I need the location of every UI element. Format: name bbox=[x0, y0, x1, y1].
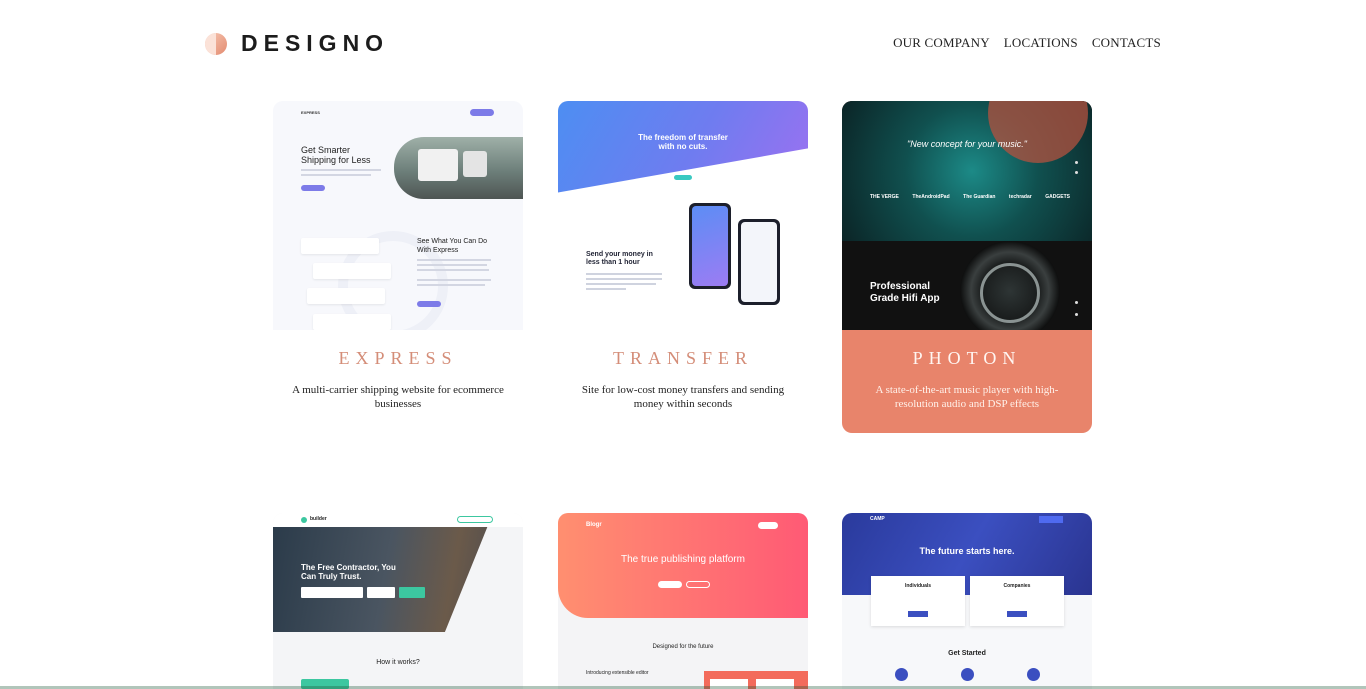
photon-preview-section-heading: Professional Grade Hifi App bbox=[870, 281, 940, 304]
camp-preview-image: CAMP The future starts here. Individuals… bbox=[842, 513, 1092, 689]
project-title: EXPRESS bbox=[338, 348, 458, 368]
camp-preview-headline: The future starts here. bbox=[919, 546, 1015, 556]
project-card-express[interactable]: EXPRESS Get Smarter Shipping for Less Se… bbox=[273, 101, 523, 421]
project-card-builder[interactable]: builder The Free Contractor, You Can Tru… bbox=[273, 513, 523, 689]
truck-photo bbox=[394, 137, 523, 199]
project-card-camp[interactable]: CAMP The future starts here. Individuals… bbox=[842, 513, 1092, 689]
camp-preview-brand: CAMP bbox=[870, 516, 885, 522]
express-preview-section-heading: See What You Can Do With Express bbox=[417, 238, 488, 254]
project-description: A multi-carrier shipping website for eco… bbox=[292, 384, 504, 410]
brand-name: DESIGNO bbox=[241, 30, 390, 56]
camp-preview-section-heading: Get Started bbox=[948, 650, 986, 657]
project-description: A state-of-the-art music player with hig… bbox=[875, 384, 1059, 410]
phone-mockup bbox=[689, 203, 731, 289]
builder-preview-brand: builder bbox=[310, 516, 327, 522]
blogr-preview-image: Blogr The true publishing platform Desig… bbox=[558, 513, 808, 689]
truck-shape bbox=[418, 149, 458, 181]
blogr-preview-section-heading: Designed for the future bbox=[652, 644, 714, 650]
press-logo: TheAndroidPad bbox=[912, 194, 950, 200]
nav-locations[interactable]: LOCATIONS bbox=[1004, 35, 1078, 51]
project-description: Site for low-cost money transfers and se… bbox=[581, 384, 785, 410]
transfer-preview-section-heading: Send your money in less than 1 hour bbox=[586, 251, 653, 266]
feature-icon bbox=[895, 668, 908, 681]
feature-icon bbox=[1027, 668, 1040, 681]
builder-logo-icon bbox=[301, 517, 307, 523]
blogr-preview-subheading: Introducing extensible editor bbox=[586, 670, 649, 676]
express-preview-brand: EXPRESS bbox=[301, 110, 320, 115]
photon-preview-quote: "New concept for your music." bbox=[907, 139, 1027, 149]
project-card-blogr[interactable]: Blogr The true publishing platform Desig… bbox=[558, 513, 808, 689]
nav-our-company[interactable]: OUR COMPANY bbox=[893, 35, 990, 51]
builder-preview-image: builder The Free Contractor, You Can Tru… bbox=[273, 513, 523, 689]
press-logo: THE VERGE bbox=[870, 194, 899, 200]
builder-preview-section-heading: How it works? bbox=[376, 659, 420, 666]
nav-contacts[interactable]: CONTACTS bbox=[1092, 35, 1161, 51]
transfer-preview-image: The freedom of transfer with no cuts. Se… bbox=[558, 101, 808, 330]
feature-icon bbox=[961, 668, 974, 681]
phone-mockup bbox=[738, 219, 780, 305]
project-card-photon[interactable]: "New concept for your music." THE VERGE … bbox=[842, 101, 1092, 433]
truck-shape bbox=[463, 151, 487, 177]
transfer-preview-headline: The freedom of transfer with no cuts. bbox=[638, 133, 728, 151]
main-nav: OUR COMPANY LOCATIONS CONTACTS bbox=[893, 35, 1161, 51]
photon-preview-image: "New concept for your music." THE VERGE … bbox=[842, 101, 1092, 330]
camp-preview-box-title: Individuals bbox=[904, 583, 932, 589]
press-logo: techradar bbox=[1008, 194, 1032, 200]
builder-preview-headline: The Free Contractor, You Can Truly Trust… bbox=[301, 563, 396, 581]
press-logo: GADGETS bbox=[1045, 194, 1070, 200]
express-preview-image: EXPRESS Get Smarter Shipping for Less Se… bbox=[273, 101, 523, 330]
express-preview-headline: Get Smarter Shipping for Less bbox=[301, 145, 371, 165]
half-circle-logo-icon bbox=[205, 32, 227, 55]
brand-logo[interactable]: DESIGNO bbox=[205, 30, 389, 57]
press-logo: The Guardian bbox=[963, 194, 996, 200]
press-logos: THE VERGE TheAndroidPad The Guardian tec… bbox=[870, 194, 1070, 200]
camp-preview-box-title: Companies bbox=[1003, 583, 1031, 589]
blogr-preview-brand: Blogr bbox=[586, 522, 602, 528]
project-title: TRANSFER bbox=[612, 348, 754, 368]
site-header: DESIGNO OUR COMPANY LOCATIONS CONTACTS bbox=[0, 0, 1366, 90]
blogr-preview-headline: The true publishing platform bbox=[621, 554, 745, 565]
express-preview-nav-button bbox=[470, 109, 494, 116]
project-title: PHOTON bbox=[912, 348, 1022, 368]
project-card-transfer[interactable]: The freedom of transfer with no cuts. Se… bbox=[558, 101, 808, 421]
